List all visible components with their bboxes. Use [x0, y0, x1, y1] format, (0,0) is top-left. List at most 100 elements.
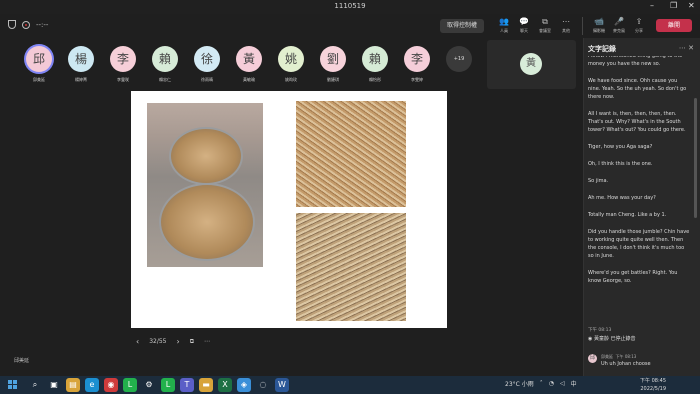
- photos-icon[interactable]: ◈: [237, 378, 251, 392]
- people-button[interactable]: 👥 人員: [494, 17, 514, 35]
- avatar: 賴: [362, 46, 388, 72]
- transcript-list[interactable]: I know i mentioned thing going to the mo…: [588, 56, 690, 328]
- shared-slide: [131, 91, 447, 328]
- prev-slide-icon[interactable]: ‹: [136, 337, 139, 346]
- minimize-button[interactable]: –: [650, 1, 654, 10]
- meeting-stage: 邱邱美延楊楊婷菁李李靈咲賴賴忠仁徐徐雨晴黃黃敏瑜姚姚昀玫劉劉婕琪賴賴怡彤李李雯婷…: [0, 38, 580, 378]
- shield-icon[interactable]: [8, 20, 16, 29]
- self-video-tile[interactable]: 黃: [487, 40, 576, 89]
- word-icon[interactable]: W: [275, 378, 289, 392]
- participant-name: 賴怡彤: [369, 77, 381, 82]
- chat-message: 邱 邱美延 下午 08:13 Uh uh Johan choose: [588, 354, 651, 367]
- slide-pager: ‹ 32/55 › ⧉ ⋯: [136, 337, 210, 346]
- sound-icon[interactable]: ◌: [256, 378, 270, 392]
- participant-tile[interactable]: 徐徐雨晴: [186, 46, 228, 83]
- ime-icon[interactable]: 中: [571, 379, 577, 388]
- participant-tile[interactable]: 劉劉婕琪: [312, 46, 354, 83]
- transcript-line: Tiger, how you Aga saga?: [588, 144, 653, 150]
- folder-icon[interactable]: ▬: [199, 378, 213, 392]
- maximize-button[interactable]: ❐: [670, 1, 677, 10]
- excel-icon[interactable]: X: [218, 378, 232, 392]
- more-participants-button[interactable]: +19: [446, 46, 472, 72]
- line-icon[interactable]: L: [123, 378, 137, 392]
- participant-name: 李雯婷: [411, 77, 423, 82]
- avatar: 黃: [236, 46, 262, 72]
- leave-button[interactable]: 離開: [656, 19, 692, 32]
- chat-button[interactable]: 💬 聊天: [514, 17, 534, 35]
- system-tray: 23°C 小雨 ˄ ◔ ◁ 中: [505, 379, 577, 388]
- transcript-line: All I want is, then, then, then, then. T…: [588, 111, 686, 133]
- teams-icon[interactable]: T: [180, 378, 194, 392]
- avatar: 邱: [588, 354, 597, 363]
- share-label: 分享: [635, 28, 643, 33]
- system-message-text: ◉ 黃童齡 已停止錄音: [588, 336, 636, 342]
- avatar: 劉: [320, 46, 346, 72]
- next-slide-icon[interactable]: ›: [177, 337, 180, 346]
- participant-name: 姚昀玫: [285, 77, 297, 82]
- start-icon[interactable]: [8, 380, 17, 389]
- slide-overview-icon[interactable]: ⧉: [190, 338, 194, 346]
- transcript-line: Totally man Cheng. Like a by 1.: [588, 212, 667, 218]
- transcript-line: I know i mentioned thing going to the mo…: [588, 56, 683, 67]
- participant-name: 劉婕琪: [327, 77, 339, 82]
- close-button[interactable]: ✕: [688, 1, 695, 10]
- participant-tile[interactable]: 李李雯婷: [396, 46, 438, 83]
- people-label: 人員: [500, 28, 508, 33]
- share-icon: ⇪: [635, 17, 643, 26]
- avatar: 楊: [68, 46, 94, 72]
- meeting-toolbar: --:-- 取得控制權 👥 人員 💬 聊天 ⧉ 會議室 ⋯ 其他 📹 攝影機 🎤 麥克風 ⇪…: [0, 14, 700, 38]
- share-button[interactable]: ⇪ 分享: [629, 17, 649, 35]
- search-icon[interactable]: ⌕: [28, 378, 42, 392]
- presenter-name: 邱美延: [14, 358, 30, 364]
- more-label: 其他: [562, 28, 570, 33]
- rooms-button[interactable]: ⧉ 會議室: [534, 17, 556, 35]
- toolbar-divider: [582, 17, 583, 35]
- chat-text: Uh uh Johan choose: [601, 361, 651, 367]
- panel-close-icon[interactable]: ✕: [688, 44, 694, 52]
- slide-more-icon[interactable]: ⋯: [204, 338, 210, 345]
- take-control-button[interactable]: 取得控制權: [440, 19, 484, 33]
- camera-icon: 📹: [594, 17, 604, 26]
- scrollbar[interactable]: [694, 98, 697, 218]
- transcript-line: We have food since. Ohh cause you nine. …: [588, 78, 687, 100]
- transcript-line: Ah me. How was your day?: [588, 195, 656, 201]
- avatar: 李: [404, 46, 430, 72]
- participant-tile[interactable]: 賴賴怡彤: [354, 46, 396, 83]
- taskbar-clock[interactable]: 下午 08:45 2022/5/19: [640, 377, 666, 393]
- participant-tile[interactable]: 黃黃敏瑜: [228, 46, 270, 83]
- line-icon[interactable]: L: [161, 378, 175, 392]
- participant-name: 楊婷菁: [75, 77, 87, 82]
- more-icon: ⋯: [562, 17, 570, 26]
- participant-tile[interactable]: 姚姚昀玫: [270, 46, 312, 83]
- participant-tile[interactable]: 李李靈咲: [102, 46, 144, 83]
- task-view-icon[interactable]: ▣: [47, 378, 61, 392]
- meeting-time: --:--: [36, 20, 49, 29]
- participant-tile[interactable]: 賴賴忠仁: [144, 46, 186, 83]
- weather-text[interactable]: 23°C 小雨: [505, 379, 534, 388]
- transcript-line: Oh, I think this is the one.: [588, 161, 653, 167]
- avatar: 徐: [194, 46, 220, 72]
- chat-icon: 💬: [519, 17, 529, 26]
- participant-name: 黃敏瑜: [243, 77, 255, 82]
- self-avatar: 黃: [520, 53, 542, 75]
- participant-tile[interactable]: 邱邱美延: [18, 46, 60, 83]
- network-icon[interactable]: ◔: [549, 380, 554, 387]
- chrome-icon[interactable]: ◉: [104, 378, 118, 392]
- participant-strip: 邱邱美延楊楊婷菁李李靈咲賴賴忠仁徐徐雨晴黃黃敏瑜姚姚昀玫劉劉婕琪賴賴怡彤李李雯婷…: [18, 46, 472, 83]
- transcript-line: So jima.: [588, 178, 609, 184]
- camera-button[interactable]: 📹 攝影機: [589, 17, 609, 35]
- mic-icon: 🎤: [614, 17, 624, 26]
- avatar: 賴: [152, 46, 178, 72]
- mic-button[interactable]: 🎤 麥克風: [609, 17, 629, 35]
- system-message-time: 下午 08:13: [588, 328, 612, 333]
- clock-time: 下午 08:45: [640, 378, 666, 384]
- more-button[interactable]: ⋯ 其他: [556, 17, 576, 35]
- edge-icon[interactable]: e: [85, 378, 99, 392]
- settings-icon[interactable]: ⚙: [142, 378, 156, 392]
- explorer-icon[interactable]: ▤: [66, 378, 80, 392]
- panel-more-icon[interactable]: ⋯: [679, 44, 686, 52]
- participant-tile[interactable]: 楊楊婷菁: [60, 46, 102, 83]
- chevron-up-icon[interactable]: ˄: [540, 380, 543, 387]
- volume-icon[interactable]: ◁: [560, 380, 565, 387]
- system-message-body: 黃童齡 已停止錄音: [593, 336, 636, 342]
